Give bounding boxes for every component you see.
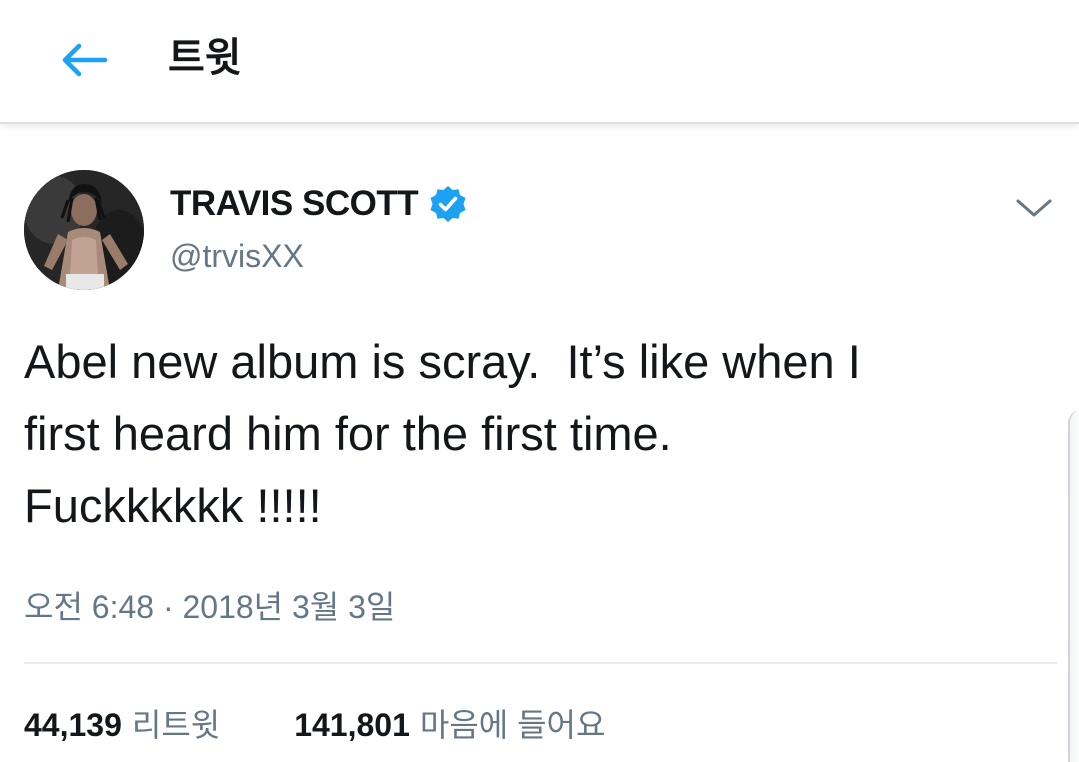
avatar[interactable] — [24, 170, 144, 290]
arrow-left-icon — [62, 43, 108, 77]
author-handle[interactable]: @trvisXX — [170, 238, 304, 275]
back-button[interactable] — [56, 38, 112, 82]
tweet-stats: 44,139 리트윗 141,801 마음에 들어요 — [24, 700, 605, 746]
likes-stat[interactable]: 141,801 마음에 들어요 — [294, 700, 605, 746]
tweet-menu-button[interactable] — [1012, 190, 1056, 226]
retweets-count: 44,139 — [24, 707, 122, 743]
verified-badge-icon — [428, 184, 468, 224]
retweets-label: 리트윗 — [131, 707, 221, 743]
chevron-down-icon — [1016, 199, 1052, 217]
top-app-bar: 트윗 — [0, 0, 1079, 124]
retweets-stat[interactable]: 44,139 리트윗 — [24, 700, 220, 746]
likes-count: 141,801 — [294, 707, 410, 743]
tweet-detail-screen: 트윗 TRAVIS SCOTT @trvisXX Abel new album … — [0, 0, 1079, 762]
tweet-timestamp[interactable]: 오전 6:48 · 2018년 3월 3일 — [24, 582, 395, 628]
edge-overlay — [1068, 410, 1079, 762]
avatar-image — [24, 170, 144, 290]
author-display-name[interactable]: TRAVIS SCOTT — [170, 184, 419, 224]
page-title: 트윗 — [168, 36, 242, 80]
author-name-row[interactable]: TRAVIS SCOTT — [170, 184, 468, 224]
tweet-text: Abel new album is scray. It’s like when … — [24, 335, 861, 532]
divider — [24, 662, 1057, 664]
likes-label: 마음에 들어요 — [419, 707, 606, 743]
